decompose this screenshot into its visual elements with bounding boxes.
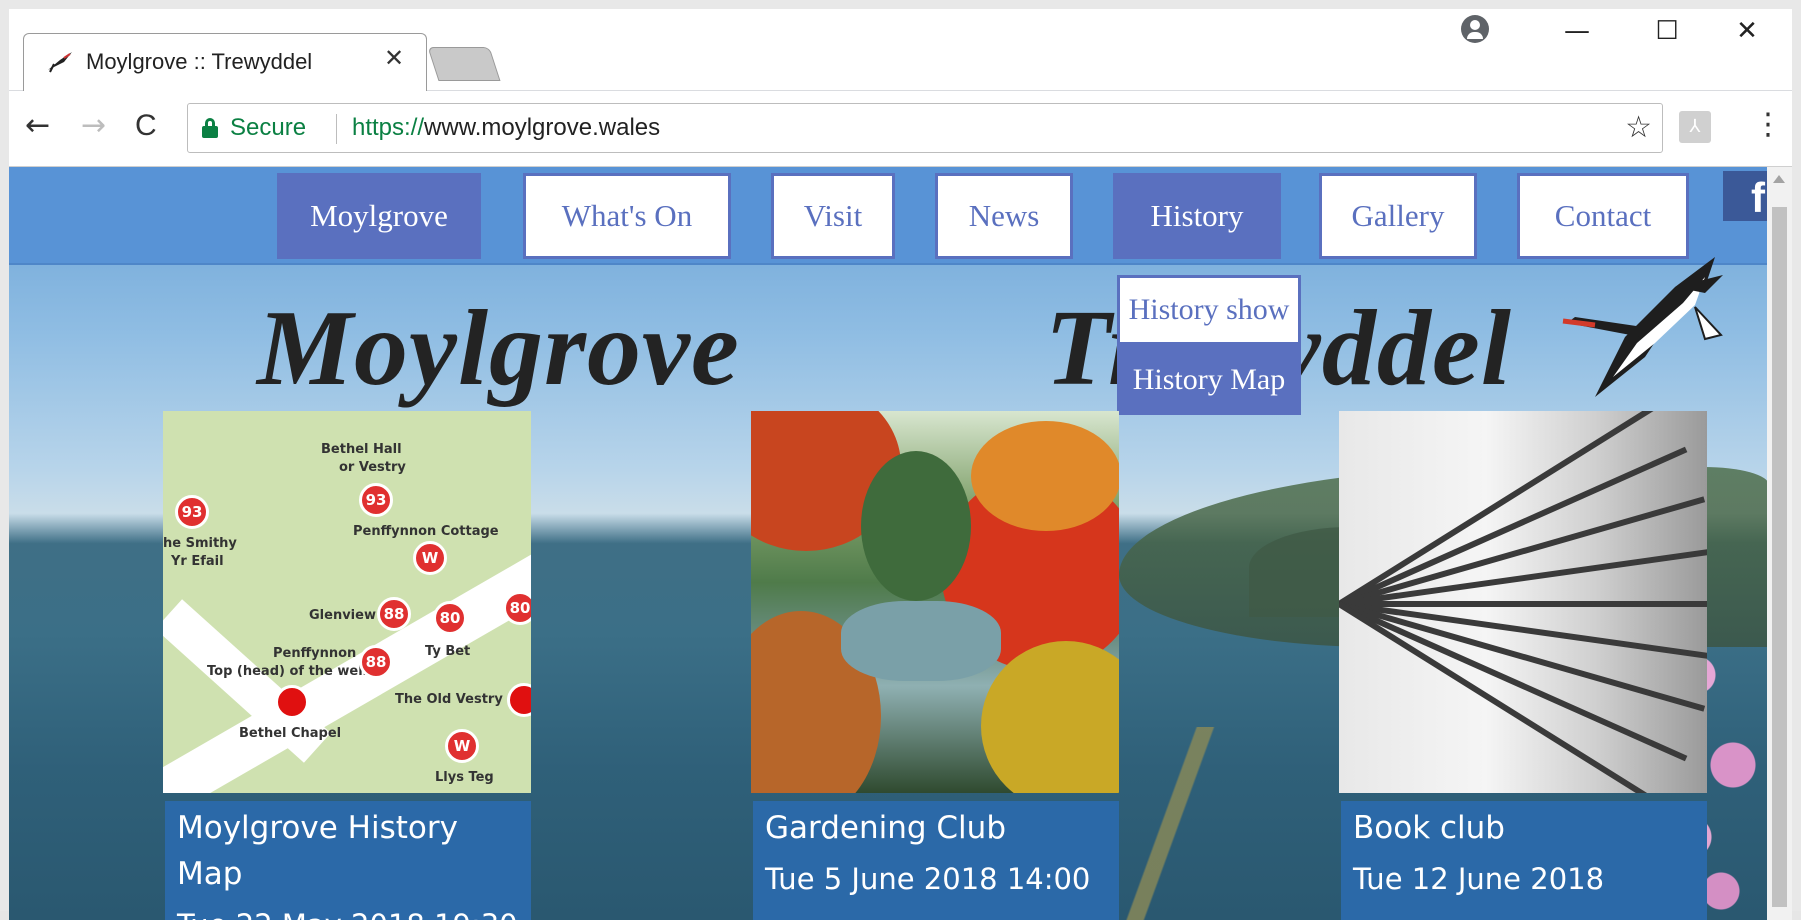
- nav-visit[interactable]: Visit: [771, 173, 895, 259]
- map-label: Bethel Hall: [321, 442, 402, 457]
- omnibox-divider: [336, 114, 337, 144]
- event-card[interactable]: Bethel Hall or Vestry Penffynnon Cottage…: [163, 411, 531, 920]
- map-label: Llys Teg: [435, 770, 494, 785]
- map-pin: W: [445, 729, 479, 763]
- map-pin-chapel: [275, 685, 309, 719]
- nav-history[interactable]: History: [1113, 173, 1281, 259]
- oystercatcher-favicon-icon: [48, 52, 72, 73]
- card-caption: Moylgrove History Map Tue 22 May 2018 19…: [165, 801, 531, 920]
- image-page: [1339, 601, 1706, 712]
- card-caption: Book club Tue 12 June 2018 19:30: [1341, 801, 1707, 920]
- map-pin: 93: [359, 483, 393, 517]
- card-caption: Gardening Club Tue 5 June 2018 14:00: [753, 801, 1119, 920]
- url-scheme: https://: [352, 114, 425, 141]
- browser-window: Moylgrove :: Trewyddel ✕ — ☐ ✕ ← → C Sec…: [0, 0, 1801, 920]
- map-pin: W: [413, 541, 447, 575]
- browser-toolbar: ← → C Secure https://www.moylgrove.wales…: [9, 91, 1792, 167]
- card-date: Tue 22 May 2018 19:30: [177, 897, 519, 920]
- image-foliage: [971, 421, 1119, 531]
- image-page: [1339, 496, 1706, 607]
- scroll-up-arrow-icon[interactable]: [1773, 175, 1785, 183]
- card-title[interactable]: Book club: [1353, 805, 1695, 851]
- profile-icon[interactable]: [1461, 15, 1489, 43]
- map-label: or Vestry: [339, 460, 406, 475]
- card-date: Tue 12 June 2018 19:30: [1353, 862, 1605, 920]
- facebook-icon[interactable]: f: [1723, 171, 1767, 221]
- map-label: Glenview: [309, 608, 376, 623]
- nav-moylgrove[interactable]: Moylgrove: [277, 173, 481, 259]
- nav-gallery[interactable]: Gallery: [1319, 173, 1477, 259]
- dropdown-history-show[interactable]: History show: [1117, 275, 1301, 345]
- tab-strip: Moylgrove :: Trewyddel ✕ — ☐ ✕: [9, 9, 1792, 91]
- tab-title: Moylgrove :: Trewyddel: [86, 49, 313, 74]
- reload-icon[interactable]: C: [135, 109, 157, 143]
- event-card[interactable]: Gardening Club Tue 5 June 2018 14:00: [751, 411, 1119, 920]
- forward-arrow-icon[interactable]: →: [81, 109, 106, 143]
- address-bar[interactable]: Secure https://www.moylgrove.wales ☆: [187, 103, 1663, 153]
- card-title[interactable]: Moylgrove History Map: [177, 805, 519, 897]
- map-pin-vestry: [507, 683, 531, 717]
- tab-close-icon[interactable]: ✕: [384, 44, 404, 72]
- secure-label: Secure: [230, 114, 307, 141]
- map-pin: 88: [377, 597, 411, 631]
- book-club-image[interactable]: [1339, 411, 1707, 793]
- image-foliage: [981, 641, 1119, 793]
- event-card[interactable]: Book club Tue 12 June 2018 19:30: [1339, 411, 1707, 920]
- dropdown-history-map[interactable]: History Map: [1117, 345, 1301, 415]
- map-label: Ty Bet: [425, 644, 471, 659]
- site-navigation: Moylgrove What's On Visit News History G…: [9, 167, 1767, 265]
- map-label: Bethel Chapel: [239, 726, 342, 741]
- background-grass: [1109, 727, 1229, 920]
- gardening-image[interactable]: [751, 411, 1119, 793]
- bookmark-star-icon[interactable]: ☆: [1625, 112, 1652, 144]
- history-dropdown: History show History Map: [1117, 275, 1301, 415]
- page-viewport: Moylgrove What's On Visit News History G…: [9, 167, 1767, 920]
- pdf-extension-icon[interactable]: ⅄: [1679, 111, 1711, 143]
- image-page: [1339, 446, 1688, 607]
- nav-news[interactable]: News: [935, 173, 1073, 259]
- maximize-icon[interactable]: ☐: [1647, 13, 1687, 49]
- map-label: he Smithy: [163, 536, 237, 551]
- window-close-icon[interactable]: ✕: [1727, 13, 1767, 49]
- oystercatcher-logo-icon: [1562, 257, 1723, 397]
- image-page: [1339, 601, 1663, 793]
- map-pin: 93: [175, 495, 209, 529]
- map-pin: 80: [503, 591, 531, 625]
- back-arrow-icon[interactable]: ←: [25, 109, 50, 143]
- new-tab-button[interactable]: [427, 47, 501, 81]
- url-text: https://www.moylgrove.wales: [352, 114, 660, 142]
- vertical-scrollbar[interactable]: [1767, 167, 1792, 920]
- map-pin: 80: [433, 601, 467, 635]
- browser-menu-icon[interactable]: ⋮: [1753, 107, 1783, 143]
- history-map-image[interactable]: Bethel Hall or Vestry Penffynnon Cottage…: [163, 411, 531, 793]
- card-title[interactable]: Gardening Club: [765, 805, 1107, 851]
- map-label: Penffynnon Cottage: [353, 524, 499, 539]
- site-title-english: Moylgrove: [257, 289, 740, 408]
- scrollbar-thumb[interactable]: [1772, 207, 1787, 907]
- lock-icon: [202, 118, 218, 138]
- image-pond: [841, 601, 1001, 681]
- map-label: Penffynnon: [273, 646, 357, 661]
- card-date: Tue 5 June 2018 14:00: [765, 862, 1091, 896]
- browser-tab[interactable]: Moylgrove :: Trewyddel ✕: [23, 33, 427, 91]
- map-pin: 88: [359, 645, 393, 679]
- url-host: www.moylgrove.wales: [424, 114, 661, 141]
- minimize-icon[interactable]: —: [1557, 13, 1597, 49]
- map-label: The Old Vestry: [395, 692, 503, 707]
- map-label: Yr Efail: [171, 554, 224, 569]
- nav-whats-on[interactable]: What's On: [523, 173, 731, 259]
- image-foliage: [861, 451, 971, 601]
- map-label: Top (head) of the well: [207, 664, 368, 679]
- image-page: [1339, 601, 1707, 607]
